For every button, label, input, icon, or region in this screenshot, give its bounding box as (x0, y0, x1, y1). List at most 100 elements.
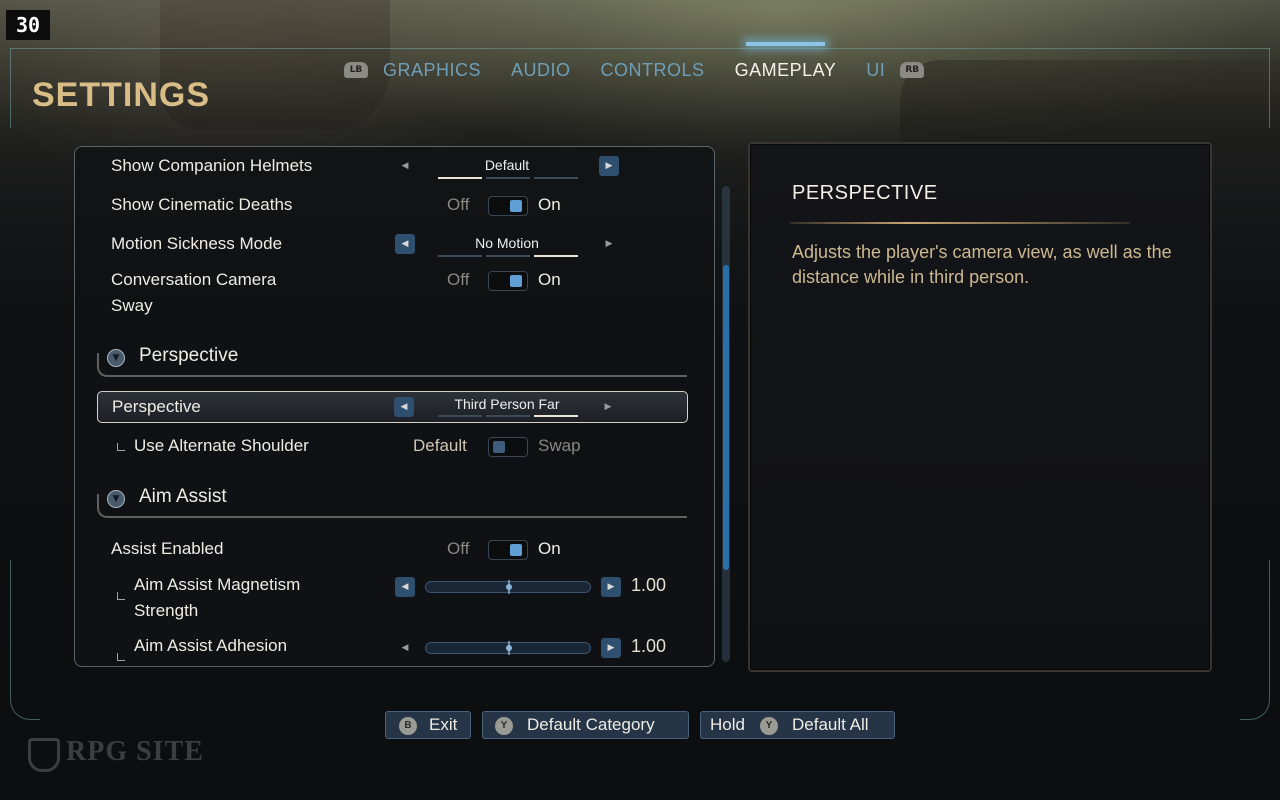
setting-label: Assist Enabled (111, 539, 224, 558)
tab-graphics[interactable]: GRAPHICS (368, 60, 496, 81)
watermark-shield-icon (28, 738, 60, 772)
toggle-off-label: Off (447, 270, 470, 289)
setting-label: Motion Sickness Mode (111, 234, 283, 253)
collapse-chevron-icon[interactable]: ▼ (107, 349, 125, 367)
selector-segment (486, 255, 530, 257)
selector-segment (438, 177, 482, 179)
toggle-switch[interactable] (488, 437, 528, 457)
tab-controls[interactable]: CONTROLS (586, 60, 720, 81)
exit-button[interactable]: B Exit (385, 711, 471, 739)
toggle-on-label: On (538, 539, 561, 558)
lb-bumper-icon[interactable]: LB (344, 62, 368, 78)
frame-bottom-left-ornament (10, 560, 40, 720)
selector-segment (438, 255, 482, 257)
setting-label: Show Cinematic Deaths (111, 195, 293, 214)
setting-label: Aim Assist Adhesion (134, 636, 288, 655)
sub-setting-indent-icon (117, 592, 125, 600)
tab-gameplay[interactable]: GAMEPLAY (720, 41, 852, 81)
setting-row-perspective-selected[interactable]: Perspective ◀ Third Person Far ▶ (97, 391, 688, 423)
setting-row-aim-assist-adhesion[interactable]: Aim Assist Adhesion ◀ ▶ 1.00 (97, 633, 689, 666)
description-panel: PERSPECTIVE Adjusts the player's camera … (748, 142, 1212, 672)
slider-value: 1.00 (631, 636, 667, 656)
frame-right-line (1269, 48, 1270, 128)
watermark: RPG SITE (66, 736, 204, 767)
setting-row-assist-enabled[interactable]: Assist Enabled Off On (97, 534, 689, 566)
arrow-left-icon[interactable]: ◀ (394, 397, 414, 417)
setting-label-line2: Sway (111, 296, 153, 315)
slider-track[interactable] (425, 641, 591, 655)
setting-label: Perspective (112, 397, 201, 416)
setting-row-show-cinematic-deaths[interactable]: Show Cinematic Deaths Off On (97, 190, 689, 222)
hint-label: Default Category (527, 715, 655, 734)
b-button-icon: B (399, 717, 417, 735)
hint-label: Default All (792, 715, 869, 734)
setting-label: Show Companion Helmets (111, 156, 313, 175)
arrow-right-icon[interactable]: ▶ (601, 638, 621, 658)
setting-row-show-companion-helmets[interactable]: Show Companion Helmets ◀ Default ▶ (97, 151, 689, 183)
sub-setting-indent-icon (117, 443, 125, 451)
selector-segment (486, 415, 530, 417)
setting-row-conversation-camera-sway[interactable]: Conversation Camera Sway Off On (97, 267, 689, 321)
settings-list-panel: Show Companion Helmets ◀ Default ▶ Show … (74, 146, 715, 667)
section-title: Perspective (139, 345, 239, 366)
y-button-icon: Y (495, 717, 513, 735)
slider-handle[interactable] (506, 645, 512, 651)
slider-track[interactable] (425, 580, 591, 594)
tab-ui[interactable]: UI (851, 60, 900, 81)
tab-audio[interactable]: AUDIO (496, 60, 586, 81)
hint-label: Exit (429, 715, 458, 734)
sub-setting-indent-icon (117, 653, 125, 661)
section-header-aim-assist[interactable]: ▼ Aim Assist (97, 484, 687, 520)
section-header-perspective[interactable]: ▼ Perspective (97, 343, 687, 379)
setting-row-aim-assist-magnetism[interactable]: Aim Assist Magnetism Strength ◀ ▶ 1.00 (97, 572, 689, 626)
y-button-icon: Y (760, 717, 778, 735)
arrow-left-icon[interactable]: ◀ (395, 638, 415, 658)
selector-value: No Motion (475, 235, 539, 251)
scrollbar-thumb[interactable] (723, 265, 729, 570)
description-text: Adjusts the player's camera view, as wel… (792, 242, 1172, 287)
arrow-right-icon[interactable]: ▶ (599, 156, 619, 176)
page-title: SETTINGS (32, 76, 211, 114)
toggle-switch[interactable] (488, 196, 528, 216)
toggle-switch[interactable] (488, 540, 528, 560)
arrow-right-icon[interactable]: ▶ (599, 234, 619, 254)
setting-row-use-alternate-shoulder[interactable]: Use Alternate Shoulder Default Swap (97, 431, 689, 463)
arrow-right-icon[interactable]: ▶ (598, 397, 618, 417)
arrow-left-icon[interactable]: ◀ (395, 577, 415, 597)
toggle-knob (510, 200, 522, 212)
default-category-button[interactable]: Y Default Category (482, 711, 689, 739)
toggle-switch[interactable] (488, 271, 528, 291)
description-title: PERSPECTIVE (792, 182, 938, 204)
setting-label-line2: Strength (134, 601, 199, 620)
fps-counter: 30 (6, 10, 50, 40)
toggle-knob (493, 441, 505, 453)
rb-bumper-icon[interactable]: RB (900, 62, 925, 78)
toggle-on-label: On (538, 195, 561, 214)
selector-value: Default (484, 157, 530, 173)
toggle-off-label: Off (447, 195, 470, 214)
setting-row-motion-sickness-mode[interactable]: Motion Sickness Mode ◀ No Motion ▶ (97, 229, 689, 261)
setting-label: Use Alternate Shoulder (134, 436, 309, 455)
selector-segment (486, 177, 530, 179)
toggle-knob (510, 544, 522, 556)
description-divider (790, 222, 1130, 224)
collapse-chevron-icon[interactable]: ▼ (107, 490, 125, 508)
toggle-off-label: Default (413, 436, 467, 455)
selector-segment (534, 415, 578, 417)
section-title: Aim Assist (139, 486, 227, 507)
slider-value: 1.00 (631, 575, 667, 595)
toggle-knob (510, 275, 522, 287)
hint-prefix: Hold (710, 715, 745, 734)
setting-label-line1: Conversation Camera (111, 270, 277, 289)
setting-label-line1: Aim Assist Magnetism (134, 575, 301, 594)
arrow-left-icon[interactable]: ◀ (395, 234, 415, 254)
arrow-left-icon[interactable]: ◀ (395, 156, 415, 176)
selector-segment (534, 177, 578, 179)
default-all-button[interactable]: Hold Y Default All (700, 711, 895, 739)
selector-segment (534, 255, 578, 257)
arrow-right-icon[interactable]: ▶ (601, 577, 621, 597)
frame-bottom-right-ornament (1240, 560, 1270, 720)
selector-segment (438, 415, 482, 417)
toggle-off-label: Off (447, 539, 470, 558)
slider-handle[interactable] (506, 584, 512, 590)
